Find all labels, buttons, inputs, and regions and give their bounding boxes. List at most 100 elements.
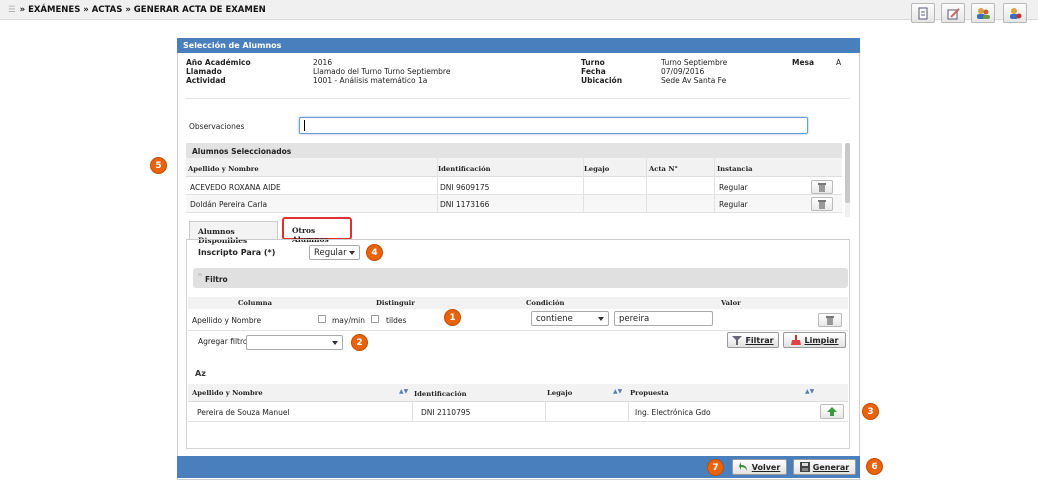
res-col-propuesta: Propuesta (630, 389, 669, 397)
divider (188, 330, 848, 331)
badge-1: 1 (444, 309, 461, 326)
anio-label: Año Académico (186, 58, 251, 67)
valor-value: pereira (619, 313, 650, 324)
filtro-col-condicion: Condición (526, 299, 565, 307)
anio-value: 2016 (313, 58, 333, 67)
col-identificacion: Identificación (438, 165, 491, 173)
tildes-label: tildes (386, 316, 407, 325)
filtrar-button[interactable]: Filtrar (727, 332, 779, 348)
divider (185, 98, 850, 99)
col-divider (583, 158, 584, 213)
text-caret (304, 120, 305, 131)
col-divider (646, 158, 647, 213)
row-nombre: ACEVEDO ROXANA AIDE (190, 183, 281, 192)
res-col-apellido: Apellido y Nombre (192, 389, 263, 397)
breadcrumb-text: » EXÁMENES » ACTAS » GENERAR ACTA DE EXA… (19, 5, 266, 15)
filtro-header-row (188, 297, 848, 309)
users-icon[interactable] (971, 3, 995, 23)
observaciones-input[interactable] (299, 117, 808, 134)
ubicacion-label: Ubicación (581, 76, 623, 85)
trash-icon (818, 182, 826, 192)
sort-az-icon[interactable]: Az (195, 369, 206, 378)
chevron-down-icon (598, 316, 604, 321)
generar-button[interactable]: Generar (793, 459, 856, 475)
sort-arrows-icon[interactable]: ▲▼ (613, 388, 622, 395)
breadcrumb: ☰» EXÁMENES » ACTAS » GENERAR ACTA DE EX… (8, 5, 266, 15)
badge-2: 2 (351, 334, 368, 351)
col-divider (628, 402, 629, 422)
filtro-col-valor: Valor (721, 299, 741, 307)
fecha-label: Fecha (581, 67, 606, 76)
badge-5: 5 (150, 157, 167, 174)
col-legajo: Legajo (584, 165, 610, 173)
add-student-button[interactable] (820, 404, 844, 419)
actividad-value: 1001 - Análisis matemático 1a (313, 76, 428, 85)
broom-icon (790, 335, 801, 345)
back-arrow-icon (738, 462, 747, 471)
inscripto-select-value: Regular (314, 247, 347, 258)
col-divider (412, 402, 413, 422)
filtro-title: Filtro (205, 275, 228, 284)
filtro-bar[interactable] (193, 268, 848, 288)
inscripto-label: Inscripto Para (*) (198, 248, 276, 257)
edit-icon[interactable] (941, 3, 965, 23)
actividad-label: Actividad (186, 76, 226, 85)
trash-icon (826, 315, 834, 325)
limpiar-label: Limpiar (804, 335, 839, 345)
scrollbar-thumb[interactable] (845, 143, 850, 203)
sort-arrows-icon[interactable]: ▲▼ (805, 388, 814, 395)
arrow-up-icon (827, 406, 837, 416)
res-col-legajo: Legajo (547, 389, 573, 397)
row-nombre: Doldán Pereira Carla (190, 200, 268, 209)
condicion-select[interactable]: contiene (531, 311, 609, 326)
trash-icon (818, 199, 826, 209)
selected-title: Alumnos Seleccionados (186, 143, 842, 158)
row-id: DNI 9609175 (440, 183, 490, 192)
condicion-value: contiene (536, 313, 573, 324)
valor-input[interactable]: pereira (614, 311, 713, 326)
col-acta: Acta N° (649, 165, 678, 173)
delete-button[interactable] (811, 197, 833, 211)
delete-filter-button[interactable] (818, 313, 842, 327)
tab-alumnos-disponibles[interactable]: Alumnos Disponibles (189, 221, 278, 245)
badge-4: 4 (366, 244, 383, 261)
save-icon (799, 462, 810, 472)
llamado-label: Llamado (186, 67, 222, 76)
inscripto-select[interactable]: Regular (309, 245, 360, 260)
volver-button[interactable]: Volver (732, 459, 787, 475)
filtro-col-distinguir: Distinguir (376, 299, 415, 307)
col-divider (714, 158, 715, 213)
may-min-label: may/min (332, 316, 366, 325)
tildes-checkbox[interactable] (371, 315, 379, 323)
col-apellido: Apellido y Nombre (188, 165, 259, 173)
tab-otros-alumnos[interactable]: Otros Alumnos (282, 217, 352, 244)
filter-icon (732, 335, 743, 345)
document-icon[interactable] (911, 3, 935, 23)
res-row-nombre: Pereira de Souza Manuel (197, 408, 290, 417)
collapse-icon[interactable]: ^ (197, 273, 203, 281)
menu-icon[interactable]: ☰ (8, 5, 16, 15)
turno-value: Turno Septiembre (661, 58, 728, 67)
generar-label: Generar (812, 462, 850, 472)
row-instancia: Regular (719, 200, 748, 209)
user-settings-icon[interactable] (1003, 3, 1027, 23)
agregar-filtro-label: Agregar filtro (198, 337, 248, 346)
limpiar-button[interactable]: Limpiar (783, 332, 846, 348)
delete-button[interactable] (811, 180, 833, 194)
sort-arrows-icon[interactable]: ▲▼ (399, 388, 408, 395)
panel-title: Selección de Alumnos (177, 38, 860, 53)
row-id: DNI 1173166 (440, 200, 490, 209)
chevron-down-icon (332, 340, 338, 345)
res-row-id: DNI 2110795 (421, 408, 471, 417)
may-min-checkbox[interactable] (318, 315, 326, 323)
res-row-propuesta: Ing. Electrónica Gdo (635, 408, 711, 417)
badge-3: 3 (862, 403, 879, 420)
ubicacion-value: Sede Av Santa Fe (661, 76, 727, 85)
mesa-label: Mesa (792, 58, 815, 67)
col-instancia: Instancia (717, 165, 753, 173)
agregar-filtro-select[interactable] (246, 335, 343, 350)
badge-6: 6 (866, 458, 883, 475)
filtro-col-columna: Columna (238, 299, 273, 307)
results-header-row (188, 384, 848, 402)
filtro-columna: Apellido y Nombre (192, 316, 262, 325)
